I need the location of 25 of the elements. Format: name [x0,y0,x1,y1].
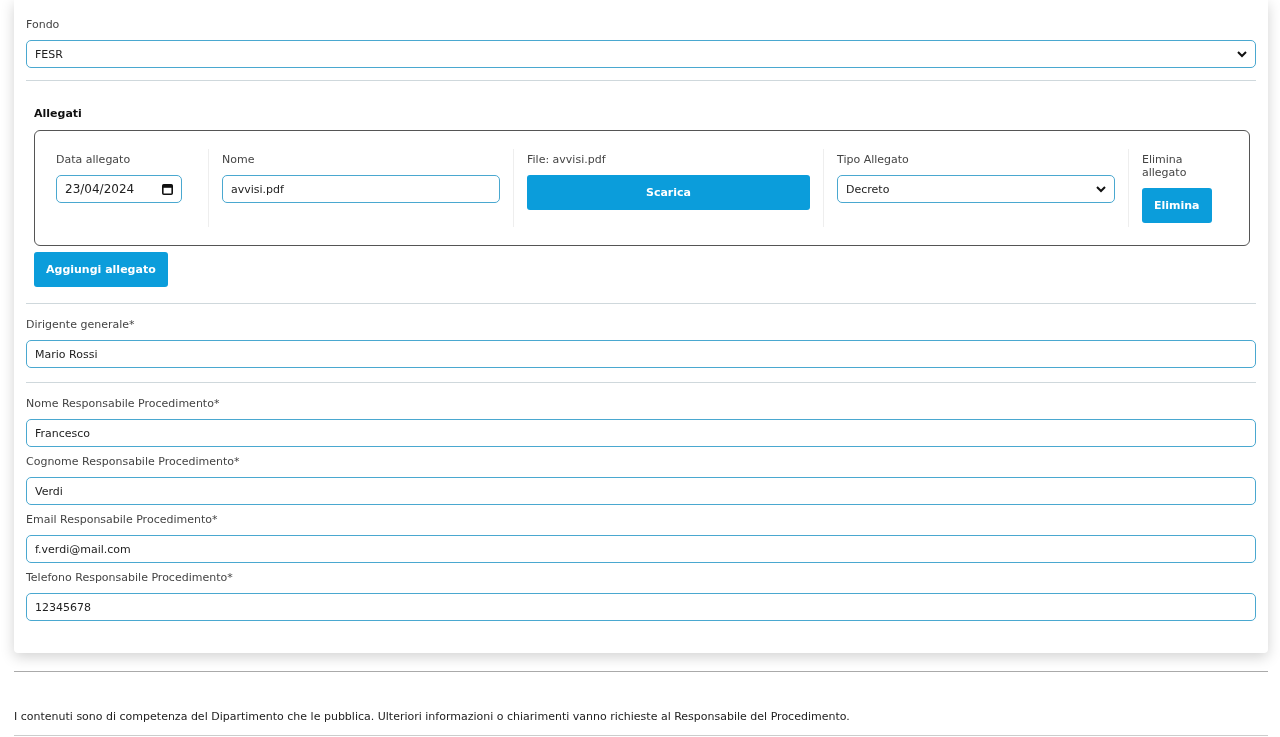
type-select[interactable]: Decreto [837,175,1115,203]
field-label: Nome Responsabile Procedimento* [26,397,221,410]
chevron-down-icon [1237,50,1247,58]
text-field[interactable]: f.verdi@mail.com [26,535,1256,563]
chevron-down-icon [1096,185,1106,193]
calendar-icon [162,183,173,195]
text-field[interactable]: Mario Rossi [26,340,1256,368]
field-label: Fondo [26,18,61,31]
field-label: Tipo Allegato [837,153,909,166]
field-label: Dirigente generale* [26,318,136,331]
field-label: Nome [222,153,255,166]
field-label: File: avvisi.pdf [527,153,606,166]
field-label: Cognome Responsabile Procedimento* [26,455,241,468]
field-label: Elimina allegato [1142,153,1188,179]
field-label: Email Responsabile Procedimento* [26,513,219,526]
text-field[interactable]: Francesco [26,419,1256,447]
field-label: Telefono Responsabile Procedimento* [26,571,234,584]
name-field[interactable]: avvisi.pdf [222,175,500,203]
fondo-select[interactable]: FESR [26,40,1256,68]
text-field[interactable]: Verdi [26,477,1256,505]
section-title: Allegati [34,107,83,120]
field-label: Data allegato [56,153,131,166]
footer-text: I contenuti sono di competenza del Dipartimento che le pubblica. Ulteriori informazioni o chiarimenti vanno richieste al Responsabile del Procedimento. [14,710,851,723]
text-field[interactable]: 12345678 [26,593,1256,621]
date-field[interactable]: 23/04/2024 [56,175,182,203]
